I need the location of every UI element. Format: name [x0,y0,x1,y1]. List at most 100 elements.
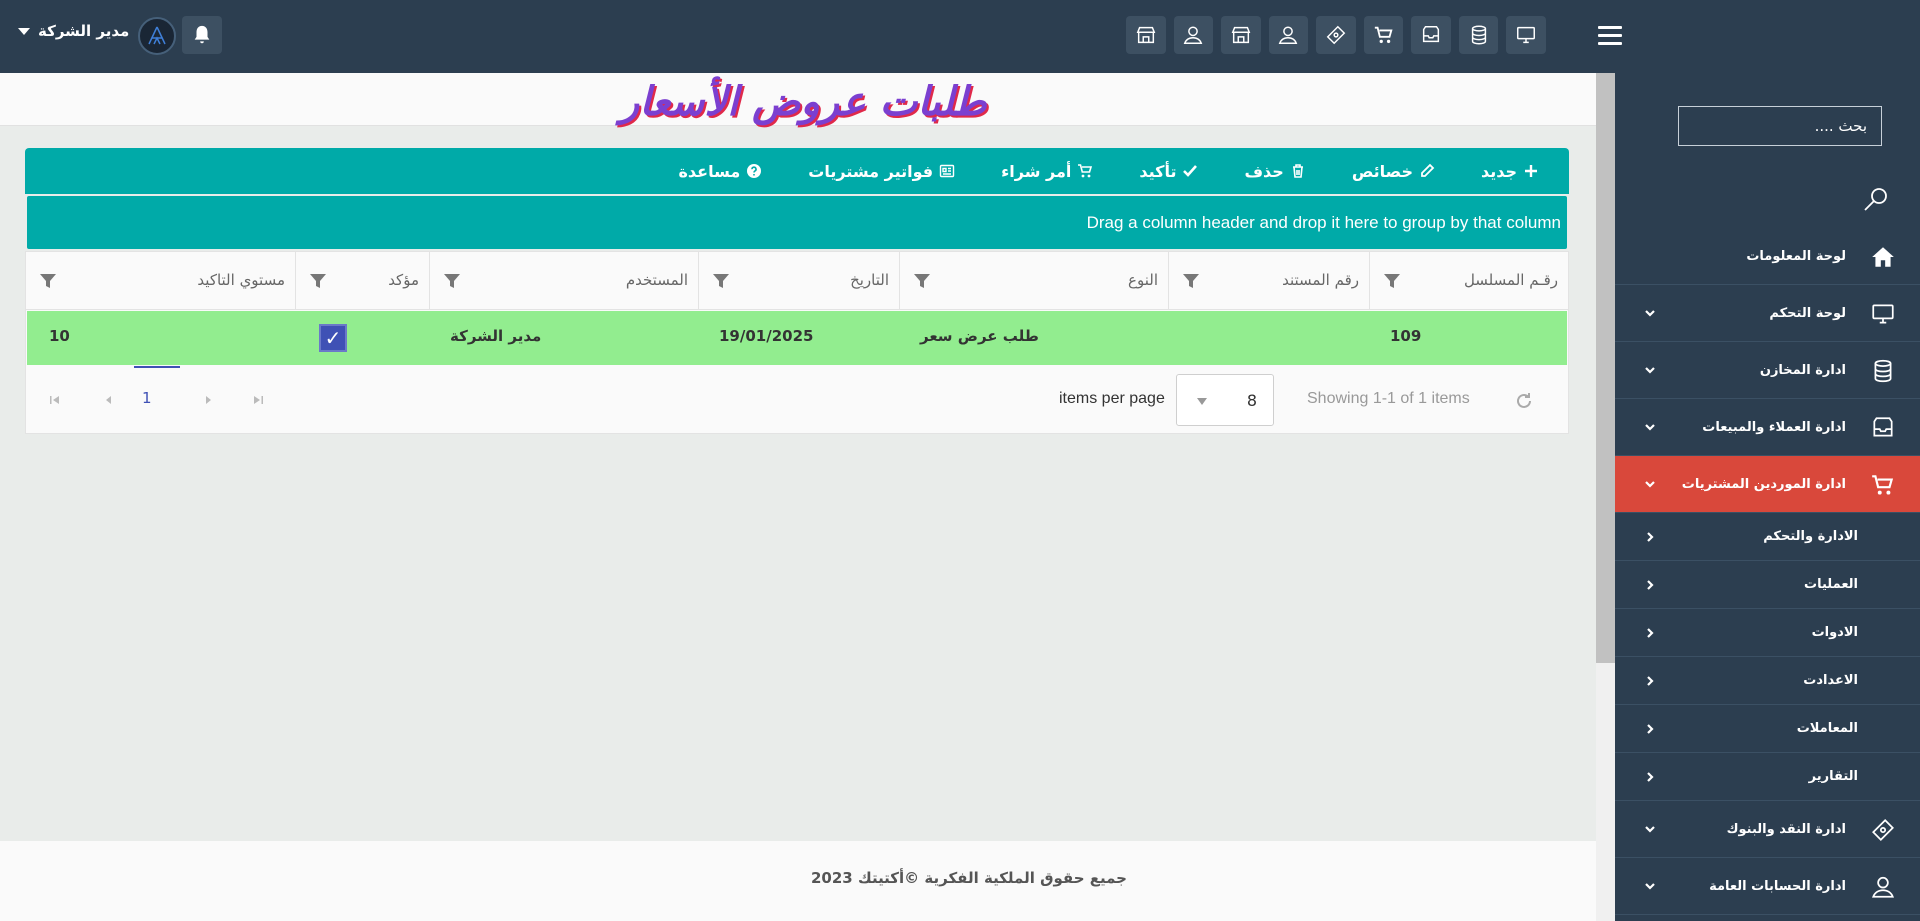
column-header-label: رقم المستند [1282,271,1359,289]
sidebar-item-customers-sales[interactable]: ادارة العملاء والمبيعات [1615,399,1920,456]
new-button[interactable]: جديد [1481,162,1539,181]
monitor-icon[interactable] [1506,16,1546,54]
store-icon[interactable] [1221,16,1261,54]
last-page-icon[interactable] [252,394,264,406]
first-page-icon[interactable] [49,394,61,406]
notifications-bell-icon[interactable] [182,16,222,54]
sidebar-subitem-reports[interactable]: التقارير [1615,753,1920,801]
filter-icon[interactable] [444,274,460,288]
sidebar-subitem-label: العمليات [1804,577,1858,592]
database-icon[interactable] [1458,16,1499,54]
user-icon[interactable] [1173,16,1214,54]
table-row[interactable]: 109 طلب عرض سعر 19/01/2025 مدير الشركة ✓… [27,311,1567,365]
chevron-down-icon [1645,424,1655,431]
sidebar-subitem-management[interactable]: الادارة والتحكم [1615,513,1920,561]
store-icon[interactable] [1125,16,1166,54]
inbox-icon[interactable] [1411,16,1451,54]
hamburger-menu-icon[interactable] [1598,26,1622,46]
help-button[interactable]: مساعدة [678,162,762,181]
sidebar-subitem-settings[interactable]: الاعدادت [1615,657,1920,705]
group-hint-text: Drag a column header and drop it here to… [1086,212,1561,232]
cell-type: طلب عرض سعر [898,311,1167,365]
sidebar-subitem-transactions[interactable]: المعاملات [1615,705,1920,753]
sidebar-item-control-panel[interactable]: لوحة التحكم [1615,285,1920,342]
column-header-label: رقـم المسلسل [1463,271,1558,289]
sidebar-item-label: ادارة العملاء والمبيعات [1702,419,1846,435]
delete-button-label: حذف [1244,161,1284,181]
sidebar-item-label: ادارة الموردين المشتريات [1681,476,1846,492]
chevron-down-icon [1645,310,1655,317]
column-header-type[interactable]: النوع [899,252,1168,310]
purchase-order-button[interactable]: أمر شراء [1001,162,1093,181]
avatar[interactable] [138,17,176,55]
column-header-document-number[interactable]: رقم المستند [1168,252,1369,310]
sidebar-item-general-accounts[interactable]: ادارة الحسابات العامة [1615,858,1920,915]
refresh-icon[interactable] [1514,391,1534,411]
dropdown-arrow-icon [1197,398,1207,405]
ticket-icon[interactable] [1316,16,1356,54]
filter-icon[interactable] [310,274,326,288]
filter-icon[interactable] [1183,274,1199,288]
column-header-label: المستخدم [625,271,688,289]
cell-document-number [1167,311,1368,365]
sidebar-item-label: لوحة التحكم [1769,305,1846,321]
sidebar-subitem-tools[interactable]: الادوات [1615,609,1920,657]
properties-button[interactable]: خصائص [1352,162,1435,181]
sidebar-item-label: ادارة الحسابات العامة [1709,878,1846,894]
column-header-confirm-level[interactable]: مستوي التاكيد [26,252,295,310]
page-title: طلبات عروض الأسعار [620,79,987,125]
confirm-button[interactable]: تأكيد [1139,162,1198,181]
cell-text: 19/01/2025 [719,327,814,345]
group-drop-area[interactable]: Drag a column header and drop it here to… [27,196,1567,249]
grid-header: رقـم المسلسل رقم المستند النوع التاريخ ا… [26,252,1568,310]
cell-user: مدير الشركة [428,311,697,365]
column-header-date[interactable]: التاريخ [698,252,899,310]
sidebar-item-cash-banks[interactable]: ادارة النقد والبنوك [1615,801,1920,858]
cell-serial: 109 [1368,311,1567,365]
column-header-serial[interactable]: رقـم المسلسل [1369,252,1568,310]
column-header-label: التاريخ [850,271,889,289]
search-icon[interactable] [1862,185,1890,213]
sidebar-item-dashboard[interactable]: لوحة المعلومات [1615,228,1920,285]
purchase-invoices-button-label: فواتير مشتريات [808,161,934,181]
sidebar-item-label: لوحة المعلومات [1746,248,1846,264]
pager-info: Showing 1-1 of 1 items [1307,390,1470,407]
confirm-button-label: تأكيد [1139,161,1177,181]
content-scrollbar[interactable] [1596,73,1615,921]
filter-icon[interactable] [713,274,729,288]
footer: جميع حقوق الملكية الفكرية ©أكتيتك 2023 [0,841,1596,921]
grid-toolbar: جديد خصائص حذف تأكيد أمر شراء فواتير مشت… [25,148,1569,194]
cell-confirmed: ✓ [294,311,428,365]
database-icon [1874,359,1892,383]
previous-page-icon[interactable] [103,394,115,406]
filter-icon[interactable] [914,274,930,288]
chevron-right-icon [1647,580,1654,590]
cart-icon [1872,475,1894,495]
column-header-label: مستوي التاكيد [197,271,285,289]
user-menu[interactable]: مدير الشركة [18,22,129,40]
user-icon[interactable] [1268,16,1309,54]
column-header-confirmed[interactable]: مؤكد [295,252,429,310]
chevron-down-icon [1645,367,1655,374]
copyright-text: جميع حقوق الملكية الفكرية ©أكتيتك 2023 [811,869,1127,887]
next-page-icon[interactable] [202,394,214,406]
cart-icon[interactable] [1363,16,1404,54]
confirmed-checkbox[interactable]: ✓ [319,324,347,352]
sidebar-subitem-label: الادارة والتحكم [1763,529,1858,544]
page-number[interactable]: 1 [142,389,152,407]
chevron-down-icon [1645,826,1655,833]
sidebar-item-warehouses[interactable]: ادارة المخازن [1615,342,1920,399]
filter-icon[interactable] [1384,274,1400,288]
scrollbar-thumb[interactable] [1596,73,1615,663]
column-header-user[interactable]: المستخدم [429,252,698,310]
check-icon [1183,165,1198,177]
chevron-right-icon [1647,724,1654,734]
filter-icon[interactable] [40,274,56,288]
delete-button[interactable]: حذف [1244,162,1305,181]
sidebar-subitem-operations[interactable]: العمليات [1615,561,1920,609]
purchase-invoices-button[interactable]: فواتير مشتريات [808,162,955,181]
chevron-right-icon [1647,532,1654,542]
sidebar-search-input[interactable] [1678,106,1882,146]
sidebar-item-suppliers-purchases[interactable]: ادارة الموردين المشتريات [1615,456,1920,513]
items-per-page-select[interactable]: 8 [1176,374,1274,426]
